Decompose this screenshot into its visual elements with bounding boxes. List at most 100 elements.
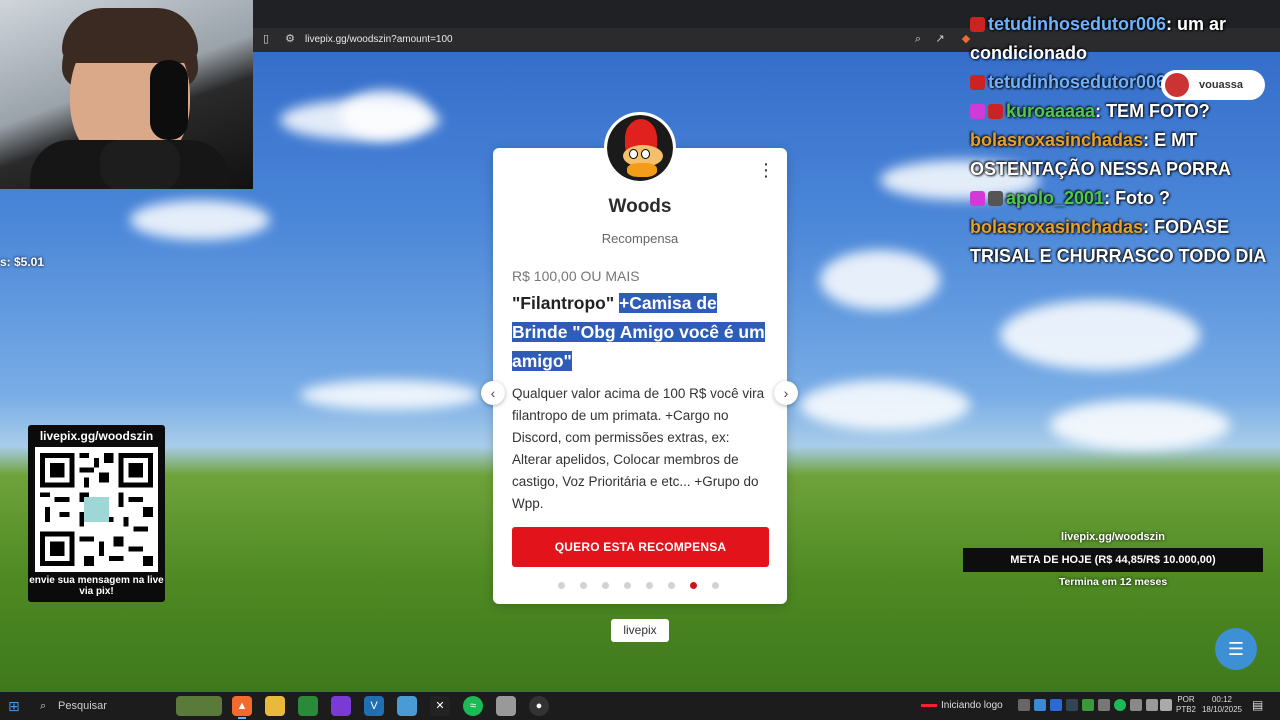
discord-icon[interactable] <box>496 696 516 716</box>
taskbar-search[interactable]: ⌕ Pesquisar <box>34 695 164 717</box>
zoom-icon[interactable]: ⌕ <box>911 32 925 46</box>
chat-user: bolasroxasinchadas <box>970 130 1144 150</box>
carousel-dot[interactable] <box>668 582 675 589</box>
carousel-dot[interactable] <box>580 582 587 589</box>
livepix-logo[interactable]: livepix <box>611 619 669 642</box>
card-subtitle: Recompensa <box>601 231 679 246</box>
reward-title-normal: "Filantropo" <box>512 293 619 313</box>
more-options-icon[interactable]: ⋮ <box>757 160 775 180</box>
goal-end-text: Termina em 12 meses <box>1058 576 1168 588</box>
app-icon[interactable] <box>397 696 417 716</box>
carousel-dot[interactable] <box>712 582 719 589</box>
carousel-dot[interactable] <box>646 582 653 589</box>
chat-text: Foto ? <box>1115 188 1171 208</box>
chat-message: kuroaaaaa: TEM FOTO? <box>970 97 1280 126</box>
windows-start-icon[interactable]: ⊞ <box>8 698 24 714</box>
gem-badge-icon <box>970 104 985 119</box>
taskbar: ⊞ ⌕ Pesquisar ▲ V ✕ ≈ ● Iniciando logo PO… <box>0 692 1280 720</box>
carousel-dot[interactable] <box>602 582 609 589</box>
qr-footer-text: envie sua mensagem na live via pix! <box>29 575 164 597</box>
tray-icon[interactable] <box>1018 699 1030 711</box>
capcut-icon[interactable]: ✕ <box>430 696 450 716</box>
cloud <box>130 200 270 240</box>
spotify-tray-icon[interactable] <box>1114 699 1126 711</box>
chat-user: tetudinhosedutor006 <box>988 72 1167 92</box>
bookmark-icon[interactable]: ▯ <box>259 32 273 46</box>
subs-counter: s: $5.01 <box>0 255 45 269</box>
network-icon[interactable] <box>1146 699 1158 711</box>
clock-time: 00:12 <box>1211 695 1233 704</box>
language-indicator[interactable]: POR PTB2 <box>1176 695 1196 715</box>
carousel-dot[interactable] <box>690 582 697 589</box>
chat-message: apolo_2001: Foto ? <box>970 184 1280 213</box>
search-icon: ⌕ <box>40 700 47 712</box>
site-info-icon[interactable]: ⚙ <box>283 32 297 46</box>
volume-icon[interactable] <box>1160 699 1172 711</box>
lang-line1: POR <box>1177 695 1195 704</box>
chat-message: tetudinhosedutor006: um ar condicionado <box>970 14 1227 63</box>
steam-icon[interactable] <box>1066 699 1078 711</box>
reward-price: R$ 100,00 OU MAIS <box>512 268 640 284</box>
shield-app-icon[interactable] <box>298 696 318 716</box>
cloud <box>340 90 430 140</box>
chat-notification-pill: vouassa <box>1161 70 1265 100</box>
tray-icon[interactable] <box>1082 699 1094 711</box>
cloud <box>820 250 940 310</box>
widgets-icon[interactable] <box>176 696 222 716</box>
carousel-dot[interactable] <box>558 582 565 589</box>
url-text[interactable]: livepix.gg/woodszin?amount=100 <box>305 34 453 45</box>
chat-user: apolo_2001 <box>1006 188 1105 208</box>
chat-message: bolasroxasinchadas: FODASE TRISAL E CHUR… <box>970 217 1267 266</box>
claim-reward-button[interactable]: QUERO ESTA RECOMPENSA <box>512 527 769 567</box>
spotify-icon[interactable]: ≈ <box>463 696 483 716</box>
webcam-hair-top <box>62 8 198 63</box>
taskbar-search-label: Pesquisar <box>58 700 107 712</box>
chat-user: kuroaaaaa <box>1006 101 1096 121</box>
pill-avatar <box>1165 73 1189 97</box>
goal-host: livepix.gg/woodszin <box>1061 531 1165 543</box>
headset <box>150 60 188 140</box>
chat-badge-icon <box>970 75 985 90</box>
goal-bar: META DE HOJE (R$ 44,85/R$ 10.000,00) <box>963 548 1263 572</box>
bluetooth-icon[interactable] <box>1050 699 1062 711</box>
prev-arrow-icon[interactable]: ‹ <box>481 381 505 405</box>
next-arrow-icon[interactable]: › <box>774 381 798 405</box>
streamer-avatar <box>604 112 676 184</box>
clock-date: 18/10/2025 <box>1201 705 1243 714</box>
chat-message: bolasroxasinchadas: E MT OSTENTAÇÃO NESS… <box>970 130 1232 179</box>
chat-badge-icon <box>988 104 1003 119</box>
notification-icon[interactable]: ▤ <box>1252 698 1266 712</box>
microphone <box>100 140 180 189</box>
chat-bubble-icon[interactable]: ☰ <box>1215 628 1257 670</box>
file-explorer-icon[interactable] <box>265 696 285 716</box>
chat-badge-icon <box>970 17 985 32</box>
gem-badge-icon <box>970 191 985 206</box>
lang-line2: PTB2 <box>1176 705 1197 714</box>
qr-code <box>35 447 158 572</box>
chat-user: tetudinhosedutor006 <box>988 14 1167 34</box>
stream-status-icon <box>921 704 937 707</box>
chat-user: bolasroxasinchadas <box>970 217 1144 237</box>
clock[interactable]: 00:12 18/10/2025 <box>1200 695 1244 715</box>
carousel-dots <box>558 582 719 589</box>
proton-vpn-icon[interactable] <box>331 696 351 716</box>
chat-overlay: tetudinhosedutor006: um ar condicionado … <box>970 10 1280 271</box>
reward-title: "Filantropo" +Camisa de Brinde "Obg Amig… <box>512 289 774 376</box>
share-icon[interactable]: ↗ <box>933 32 947 46</box>
webcam-overlay <box>0 0 253 189</box>
stream-status[interactable]: Iniciando logo <box>941 700 1003 711</box>
cloud <box>1050 400 1230 450</box>
qr-panel: livepix.gg/woodszin envie sua mensagem n… <box>28 425 165 602</box>
mic-icon[interactable] <box>1130 699 1142 711</box>
cloud <box>1000 300 1200 370</box>
chat-badge-icon <box>988 191 1003 206</box>
tray-icon[interactable] <box>1098 699 1110 711</box>
streamer-name: Woods <box>608 196 672 217</box>
brave-browser-icon[interactable]: ▲ <box>232 696 252 719</box>
obs-icon[interactable]: ● <box>529 696 549 716</box>
chat-text: TEM FOTO? <box>1106 101 1210 121</box>
carousel-dot[interactable] <box>624 582 631 589</box>
cloud <box>800 380 970 430</box>
tray-icon[interactable] <box>1034 699 1046 711</box>
vscode-icon[interactable]: V <box>364 696 384 716</box>
